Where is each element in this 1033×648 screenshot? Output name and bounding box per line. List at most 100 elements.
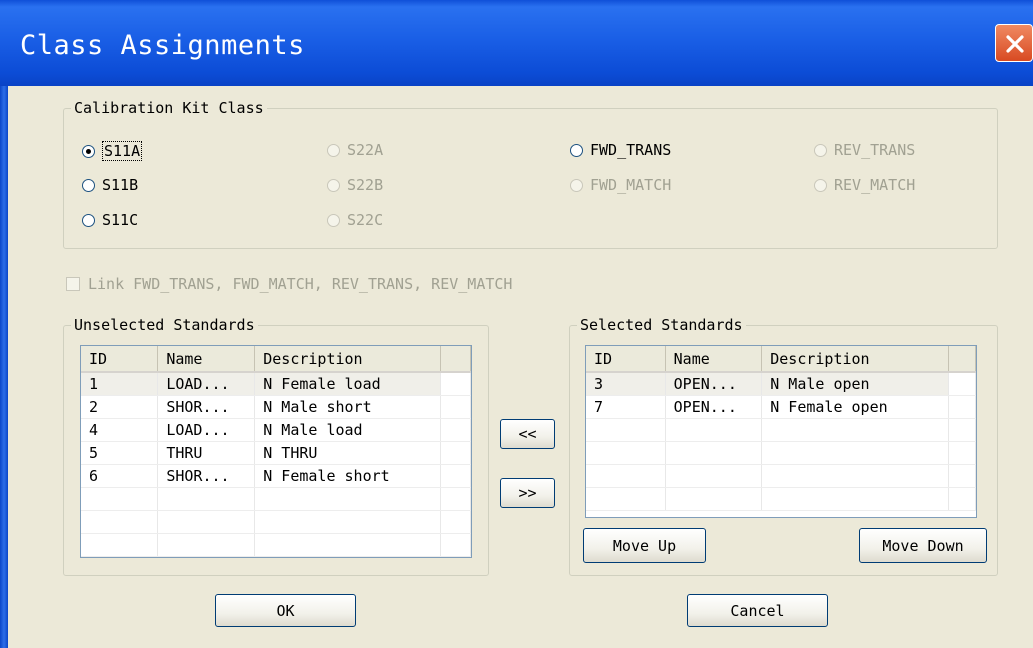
calibration-kit-class-legend: Calibration Kit Class [74,99,264,117]
cell-description: N Male load [254,418,442,442]
table-row[interactable]: 5 THRU N THRU [81,441,471,465]
cell-name: OPEN... [665,395,763,419]
empty-row [81,510,471,534]
radio-indicator [327,178,340,192]
cell-filler [440,441,471,465]
radio-s22a: S22A [327,141,383,159]
radio-indicator [814,178,827,192]
radio-indicator [327,213,340,227]
move-up-button[interactable]: Move Up [583,528,706,563]
table-row[interactable]: 3 OPEN... N Male open [586,372,976,396]
cell-name: OPEN... [665,372,763,396]
cell-name: SHOR... [157,395,256,419]
selected-standards-list[interactable]: ID Name Description 3 OPEN... N Male ope… [585,345,977,518]
radio-label: S22B [347,176,384,194]
close-button[interactable] [995,24,1033,62]
column-header-description[interactable]: Description [254,346,442,373]
empty-row [81,533,471,557]
cell-description: N Male open [761,372,950,396]
cell-id: 7 [586,395,666,419]
radio-label: FWD_TRANS [590,141,672,159]
cell-id: 5 [81,441,159,465]
radio-rev-trans: REV_TRANS [814,141,915,159]
radio-indicator [327,143,340,157]
checkbox-box [66,277,80,291]
table-row[interactable]: 2 SHOR... N Male short [81,395,471,419]
cell-filler [440,372,471,396]
cell-name: LOAD... [157,372,256,396]
radio-label: S22A [347,141,384,159]
cell-id: 6 [81,464,159,488]
list-header: ID Name Description [81,346,471,373]
move-to-unselected-button[interactable]: >> [500,478,555,508]
window-frame-left [0,86,8,648]
column-header-description[interactable]: Description [761,346,950,373]
table-row[interactable]: 7 OPEN... N Female open [586,395,976,419]
table-row[interactable]: 6 SHOR... N Female short [81,464,471,488]
empty-row [586,441,976,465]
radio-s11c[interactable]: S11C [82,211,138,229]
column-header-filler [948,346,976,373]
ok-button[interactable]: OK [215,594,356,627]
table-row[interactable]: 4 LOAD... N Male load [81,418,471,442]
cell-description: N Male short [254,395,442,419]
column-header-id[interactable]: ID [586,346,666,373]
empty-row [81,487,471,511]
move-down-button[interactable]: Move Down [859,528,987,563]
empty-row [586,464,976,488]
radio-label: REV_MATCH [834,176,916,194]
radio-s11a[interactable]: S11A [82,141,143,161]
empty-row [586,487,976,511]
cell-filler [440,395,471,419]
cell-id: 3 [586,372,666,396]
cell-description: N Female open [761,395,950,419]
radio-s22c: S22C [327,211,383,229]
link-checkbox-label: Link FWD_TRANS, FWD_MATCH, REV_TRANS, RE… [88,275,513,293]
radio-s22b: S22B [327,176,383,194]
cell-id: 2 [81,395,159,419]
cancel-button[interactable]: Cancel [687,594,828,627]
radio-indicator [570,143,583,157]
radio-label: S11C [102,211,139,229]
radio-rev-match: REV_MATCH [814,176,915,194]
column-header-id[interactable]: ID [81,346,159,373]
close-icon [1006,35,1024,53]
radio-label: REV_TRANS [834,141,916,159]
radio-fwd-match: FWD_MATCH [570,176,671,194]
calibration-kit-class-group: Calibration Kit Class [63,99,998,249]
cell-description: N THRU [254,441,442,465]
radio-label: S22C [347,211,384,229]
cell-name: LOAD... [157,418,256,442]
radio-selected-indicator [82,144,95,158]
cell-id: 1 [81,372,159,396]
cell-name: SHOR... [157,464,256,488]
selected-standards-legend: Selected Standards [580,316,743,334]
radio-indicator [570,178,583,192]
empty-row [586,418,976,442]
unselected-standards-legend: Unselected Standards [74,316,255,334]
cell-description: N Female short [254,464,442,488]
column-header-name[interactable]: Name [665,346,763,373]
radio-indicator [814,143,827,157]
unselected-standards-list[interactable]: ID Name Description 1 LOAD... N Female l… [80,345,472,558]
title-bar[interactable]: Class Assignments [0,0,1033,86]
window-title: Class Assignments [20,30,305,61]
radio-fwd-trans[interactable]: FWD_TRANS [570,141,671,159]
cell-filler [948,372,976,396]
cell-description: N Female load [254,372,442,396]
column-header-filler [440,346,471,373]
radio-s11b[interactable]: S11B [82,176,138,194]
cell-filler [948,395,976,419]
cell-filler [440,418,471,442]
radio-label: S11B [102,176,139,194]
radio-indicator [82,213,95,227]
list-header: ID Name Description [586,346,976,373]
cell-filler [440,464,471,488]
table-row[interactable]: 1 LOAD... N Female load [81,372,471,396]
cell-id: 4 [81,418,159,442]
cell-name: THRU [157,441,256,465]
radio-label: FWD_MATCH [590,176,672,194]
move-to-selected-button[interactable]: << [500,419,555,449]
column-header-name[interactable]: Name [157,346,256,373]
link-checkbox: Link FWD_TRANS, FWD_MATCH, REV_TRANS, RE… [66,275,512,293]
